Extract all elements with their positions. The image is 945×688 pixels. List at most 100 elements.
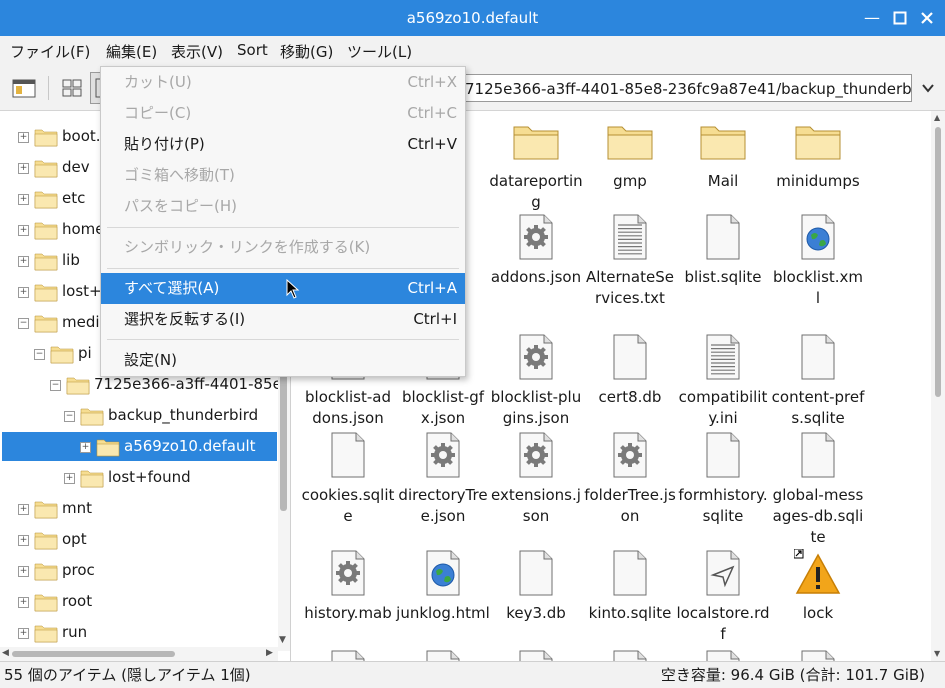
scroll-right-arrow-icon[interactable]: ▶ [266,648,273,658]
chevron-down-icon[interactable] [918,78,938,98]
file-item[interactable]: gmp [583,117,677,192]
scroll-down-arrow-icon[interactable]: ▼ [934,649,940,658]
file-item[interactable]: kinto.sqlite [583,549,677,624]
tree-item[interactable]: + proc [0,556,278,585]
tree-item[interactable]: − backup_thunderbird [0,401,278,430]
scroll-left-arrow-icon[interactable]: ◀ [2,648,9,658]
file-item[interactable]: datareporting [489,117,583,213]
menu-go[interactable]: 移動(G) [280,41,333,62]
expand-icon[interactable]: + [18,628,29,639]
file-item[interactable]: extensions.json [489,431,583,527]
minimize-icon[interactable]: — [862,8,882,28]
folder-icon [794,117,842,165]
tree-item[interactable]: + root [0,587,278,616]
file-item[interactable]: blocklist.xml [771,213,865,309]
menu-item[interactable]: シンボリック・リンクを作成する(K) [101,232,465,263]
close-icon[interactable] [917,8,937,28]
file-item[interactable]: blocklist-plugins.json [489,333,583,429]
file-item-partial[interactable] [489,649,583,661]
tree-item-label: home [62,220,105,238]
path-input[interactable]: 7125e366-a3ff-4401-85e8-236fc9a87e41/bac… [460,74,912,102]
file-item[interactable]: formhistory.sqlite [676,431,770,527]
files-scroll-thumb[interactable] [935,127,941,397]
tree-horizontal-scrollbar[interactable]: ◀ ▶ [0,647,278,661]
collapse-icon[interactable]: − [64,411,75,422]
files-vertical-scrollbar[interactable]: ▲ ▼ [931,111,945,661]
expand-icon[interactable]: + [18,535,29,546]
folder-icon [34,313,58,333]
collapse-icon[interactable]: − [18,318,29,329]
file-item[interactable]: history.mab [301,549,395,624]
expand-icon[interactable]: + [18,566,29,577]
collapse-icon[interactable]: − [50,380,61,391]
file-item[interactable]: Mail [676,117,770,192]
expand-icon[interactable]: + [18,132,29,143]
file-item[interactable]: cookies.sqlite [301,431,395,527]
file-item[interactable]: directoryTree.json [396,431,490,527]
file-item-partial[interactable] [676,649,770,661]
tree-hscroll-thumb[interactable] [12,651,175,657]
expand-icon[interactable]: + [18,287,29,298]
menu-item[interactable]: カット(U) Ctrl+X [101,67,465,98]
menu-item[interactable]: 選択を反転する(I) Ctrl+I [101,304,465,335]
file-item[interactable]: cert8.db [583,333,677,408]
text-file-icon [699,333,747,381]
file-item[interactable]: compatibility.ini [676,333,770,429]
menu-sort[interactable]: Sort [237,41,268,59]
tree-item[interactable]: + opt [0,525,278,554]
menu-item[interactable]: すべて選択(A) Ctrl+A [101,273,465,304]
file-item-label: kinto.sqlite [588,604,672,622]
expand-icon[interactable]: + [18,225,29,236]
file-item[interactable]: content-prefs.sqlite [771,333,865,429]
file-item-partial[interactable] [396,649,490,661]
collapse-icon[interactable]: − [34,349,45,360]
file-item-label: key3.db [506,604,566,622]
menu-item[interactable]: 設定(N) [101,345,465,376]
file-item-label: minidumps [776,172,860,190]
file-item-partial[interactable] [771,649,865,661]
gear-file-icon [419,431,467,479]
new-window-icon[interactable] [8,72,40,104]
menu-file[interactable]: ファイル(F) [10,41,90,62]
file-item[interactable]: minidumps [771,117,865,192]
tree-item[interactable]: + lost+found [0,463,278,492]
menu-item[interactable]: 貼り付け(P) Ctrl+V [101,129,465,160]
expand-icon[interactable]: + [80,442,91,453]
file-item-label: extensions.json [491,486,581,525]
file-item[interactable]: global-messages-db.sqlite [771,431,865,548]
file-item[interactable]: localstore.rdf [676,549,770,645]
menu-item[interactable]: コピー(C) Ctrl+C [101,98,465,129]
menu-tools[interactable]: ツール(L) [347,41,412,62]
expand-icon[interactable]: + [18,163,29,174]
menu-item-shortcut: Ctrl+I [413,310,457,328]
file-item[interactable]: blist.sqlite [676,213,770,288]
file-item[interactable]: folderTree.json [583,431,677,527]
file-item-partial[interactable] [583,649,677,661]
tree-item[interactable]: + a569zo10.default [2,432,277,461]
tree-item-label: a569zo10.default [124,437,256,455]
menu-view[interactable]: 表示(V) [171,41,223,62]
file-item-partial[interactable] [301,649,395,661]
blank-file-icon [512,549,560,597]
expand-icon[interactable]: + [18,504,29,515]
tree-item[interactable]: + run [0,618,278,647]
maximize-icon[interactable] [890,8,910,28]
tree-item[interactable]: + mnt [0,494,278,523]
expand-icon[interactable]: + [18,597,29,608]
file-item[interactable]: addons.json [489,213,583,288]
file-item[interactable]: lock [771,548,865,624]
icon-view-icon[interactable] [56,72,88,104]
menu-edit[interactable]: 編集(E) [106,41,157,62]
expand-icon[interactable]: + [18,194,29,205]
file-item[interactable]: junklog.html [396,549,490,624]
file-item[interactable]: key3.db [489,549,583,624]
file-item[interactable]: AlternateServices.txt [583,213,677,309]
scroll-down-arrow-icon[interactable]: ▼ [279,635,286,645]
globe-file-icon [794,213,842,261]
scroll-up-arrow-icon[interactable]: ▲ [934,113,940,122]
menu-item[interactable]: ゴミ箱へ移動(T) [101,160,465,191]
menu-item[interactable]: パスをコピー(H) [101,191,465,222]
expand-icon[interactable]: + [18,256,29,267]
gear-file-icon [512,213,560,261]
expand-icon[interactable]: + [64,473,75,484]
